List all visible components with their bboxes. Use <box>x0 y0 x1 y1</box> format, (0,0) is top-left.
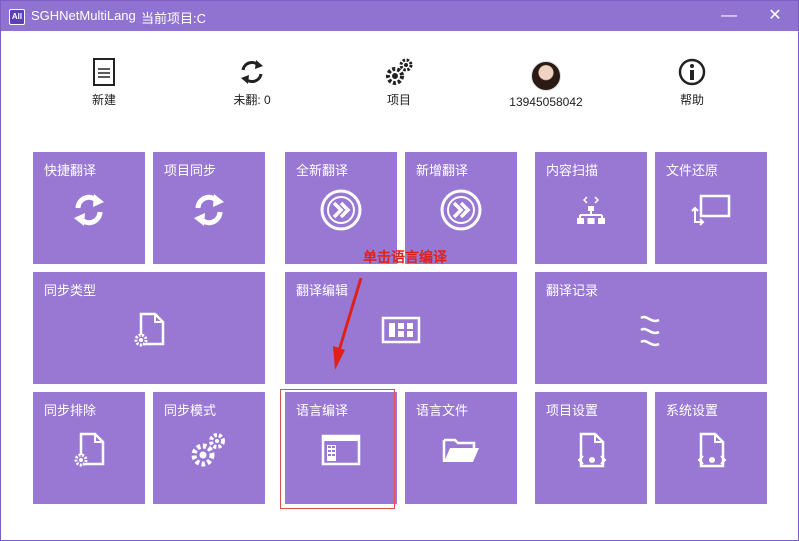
annotation-arrow <box>333 277 363 370</box>
minimize-button[interactable]: — <box>706 1 752 31</box>
app-window: All SGHNetMultiLang 当前项目:C — ✕ 新建 未翻: 0 <box>0 0 799 541</box>
tile-quick-translate[interactable]: 快捷翻译 <box>33 152 145 264</box>
document-icon <box>93 58 115 86</box>
forward-circle-icon <box>320 189 362 231</box>
tile-label: 同步排除 <box>44 403 97 418</box>
tile-sync-exclude[interactable]: 同步排除 <box>33 392 145 504</box>
tile-translate-edit[interactable]: 翻译编辑 <box>285 272 517 384</box>
tile-project-settings[interactable]: 项目设置 <box>535 392 647 504</box>
project-label: 项目 <box>386 93 411 107</box>
hierarchy-icon <box>577 196 605 224</box>
current-project-label: 当前项目:C <box>141 11 207 26</box>
file-code-icon <box>577 432 607 468</box>
tile-translate-record[interactable]: 翻译记录 <box>535 272 767 384</box>
file-code-icon <box>697 432 727 468</box>
help-button[interactable]: 帮助 <box>637 57 747 111</box>
project-button[interactable]: 项目 <box>344 57 454 111</box>
tile-label: 项目设置 <box>546 403 599 418</box>
refresh-icon <box>241 60 263 84</box>
tile-label: 快捷翻译 <box>44 163 97 178</box>
tile-label: 同步类型 <box>44 283 97 298</box>
tile-system-settings[interactable]: 系统设置 <box>655 392 767 504</box>
layout-grid-icon <box>381 316 421 344</box>
tile-label: 同步模式 <box>164 403 217 418</box>
waves-icon <box>640 315 660 347</box>
tile-label: 翻译记录 <box>546 283 599 298</box>
tile-label: 系统设置 <box>666 403 719 418</box>
folder-open-icon <box>442 438 479 462</box>
sync-icon <box>74 194 104 226</box>
tile-sync-type[interactable]: 同步类型 <box>33 272 265 384</box>
tile-label: 全新翻译 <box>296 163 349 178</box>
untranslated-button[interactable]: 未翻: 0 <box>197 57 307 111</box>
annotation-text: 单击语言编译 <box>363 249 447 265</box>
file-settings-icon <box>134 312 165 347</box>
tile-label: 文件还原 <box>666 163 719 178</box>
user-phone: 13945058042 <box>509 95 583 109</box>
restore-icon <box>691 194 731 226</box>
close-button[interactable]: ✕ <box>752 1 798 31</box>
tile-sync-mode[interactable]: 同步模式 <box>153 392 265 504</box>
app-icon: All <box>9 9 25 25</box>
file-settings-icon <box>74 432 105 467</box>
tile-label: 项目同步 <box>164 163 217 178</box>
gears-icon <box>386 58 413 85</box>
tile-language-file[interactable]: 语言文件 <box>405 392 517 504</box>
untranslated-count: 未翻: 0 <box>233 93 271 107</box>
gears-icon <box>191 433 225 467</box>
new-button[interactable]: 新建 <box>49 57 159 111</box>
tile-label: 新增翻译 <box>416 163 469 178</box>
forward-circle-icon <box>440 189 482 231</box>
tile-label: 语言文件 <box>416 403 469 418</box>
info-icon <box>678 58 706 86</box>
tile-project-sync[interactable]: 项目同步 <box>153 152 265 264</box>
highlight-box <box>280 389 395 509</box>
title-bar: All SGHNetMultiLang 当前项目:C — ✕ <box>1 1 798 31</box>
tile-content-scan[interactable]: 内容扫描 <box>535 152 647 264</box>
sync-icon <box>194 194 224 226</box>
new-label: 新建 <box>91 93 116 107</box>
avatar <box>531 61 561 91</box>
user-account-button[interactable]: 13945058042 <box>491 57 601 111</box>
window-title: SGHNetMultiLang <box>31 8 136 23</box>
tile-label: 内容扫描 <box>546 163 599 178</box>
tile-file-restore[interactable]: 文件还原 <box>655 152 767 264</box>
help-label: 帮助 <box>679 93 704 107</box>
